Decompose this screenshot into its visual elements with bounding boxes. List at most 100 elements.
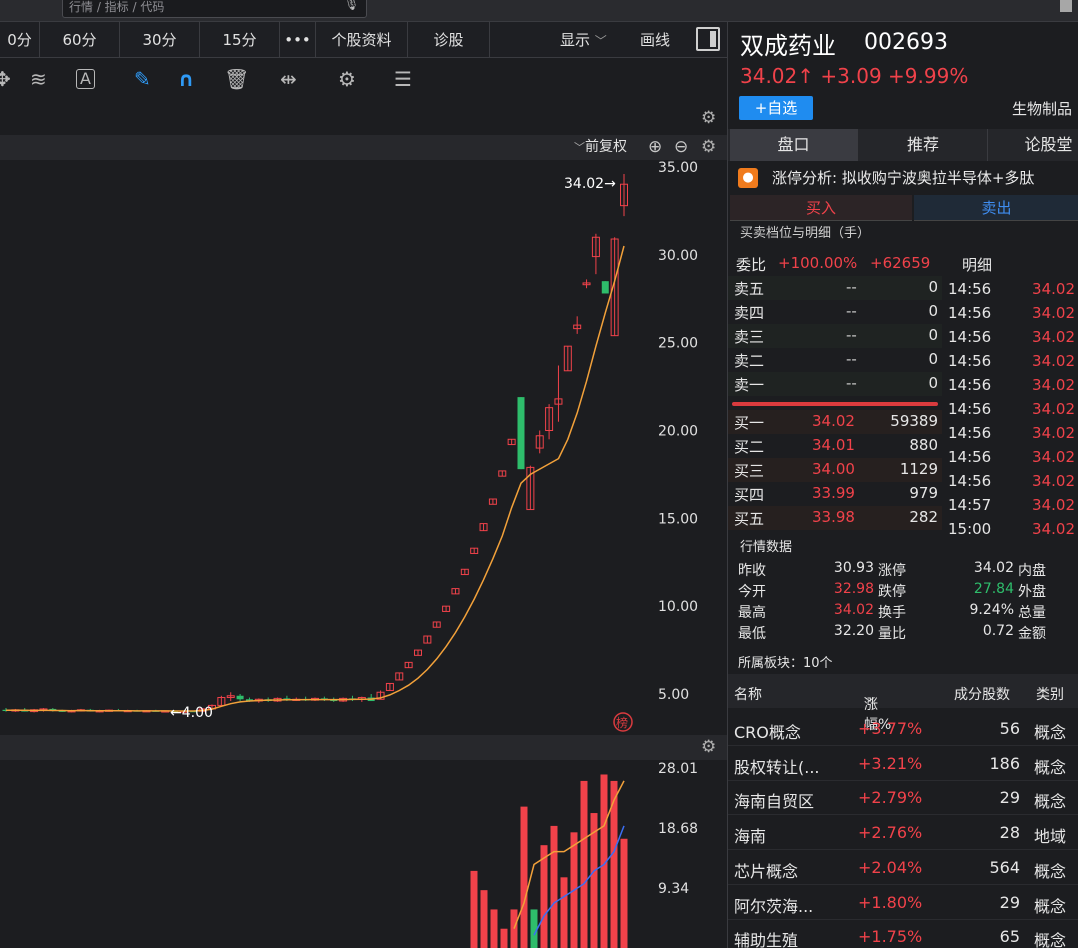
limit-up-analysis[interactable]: ● 涨停分析: 拟收购宁波奥拉半导体+多肽 bbox=[728, 163, 1078, 193]
sector-change: +1.80% bbox=[858, 892, 923, 912]
sector-type: 概念 bbox=[1034, 931, 1067, 948]
candle bbox=[226, 692, 235, 702]
fire-icon: ● bbox=[738, 168, 758, 188]
industry-tag[interactable]: 生物制品 bbox=[1012, 98, 1072, 119]
bid-price: 34.02 bbox=[812, 412, 855, 430]
window-control-icon[interactable] bbox=[1060, 0, 1072, 12]
tab-stock-diagnosis[interactable]: 诊股 bbox=[408, 22, 490, 58]
mic-icon[interactable]: 🎙 bbox=[344, 0, 359, 11]
volume-chart[interactable]: 28.01 18.68 9.34 bbox=[0, 760, 727, 948]
display-label: 显示 bbox=[560, 31, 591, 49]
ask-row[interactable]: 卖五 -- 0 bbox=[728, 276, 942, 300]
quote-value: 30.93 bbox=[833, 560, 874, 576]
zoom-in-icon[interactable]: ⊕ bbox=[648, 137, 662, 157]
pan-tool-icon[interactable]: ✥ bbox=[0, 68, 11, 90]
adjust-width-icon[interactable]: ⇹ bbox=[280, 68, 297, 90]
bid-row[interactable]: 买四 33.99 979 bbox=[728, 482, 942, 506]
bid-price: 34.00 bbox=[812, 460, 855, 478]
candle bbox=[404, 661, 413, 669]
sidebar-toggle-icon[interactable] bbox=[696, 27, 720, 51]
weibi-diff: +62659 bbox=[870, 254, 931, 272]
bid-row[interactable]: 买一 34.02 59389 bbox=[728, 410, 942, 434]
bid-level: 买四 bbox=[734, 486, 765, 504]
search-input[interactable]: 行情 / 指标 / 代码 bbox=[62, 0, 367, 18]
candle bbox=[442, 605, 451, 612]
sector-type: 概念 bbox=[1034, 896, 1067, 916]
buy-button[interactable]: 买入 bbox=[730, 195, 912, 221]
text-tool-icon[interactable]: A bbox=[76, 69, 95, 89]
pen-icon[interactable]: ✎ bbox=[134, 68, 151, 90]
tab-stock-profile[interactable]: 个股资料 bbox=[316, 22, 408, 58]
volume-bar bbox=[560, 877, 568, 948]
magnet-icon[interactable]: ∩ bbox=[178, 68, 194, 90]
more-periods-button[interactable]: ••• bbox=[280, 22, 316, 58]
candle bbox=[610, 237, 619, 337]
candle bbox=[367, 694, 375, 702]
add-watchlist-button[interactable]: +自选 bbox=[739, 96, 813, 120]
display-dropdown[interactable]: 显示 ﹀ bbox=[560, 22, 607, 58]
candle bbox=[395, 672, 404, 681]
tab-forum[interactable]: 论股堂 bbox=[989, 129, 1078, 161]
col-name[interactable]: 名称 bbox=[734, 684, 762, 704]
adjust-label: 前复权 bbox=[585, 139, 627, 155]
candlestick-chart[interactable]: 35.00 30.00 25.00 20.00 15.00 10.00 5.00 34.02→… bbox=[0, 160, 727, 735]
sector-type: 概念 bbox=[1034, 861, 1067, 881]
sector-name: 海南 bbox=[734, 827, 767, 847]
candle bbox=[591, 233, 600, 275]
sell-button[interactable]: 卖出 bbox=[914, 195, 1078, 221]
ask-row[interactable]: 卖三 -- 0 bbox=[728, 324, 942, 348]
tab-period-30min[interactable]: 30分 bbox=[120, 22, 200, 58]
quote-row: 今开 32.98 跌停 27.84 外盘 bbox=[728, 581, 1078, 602]
ask-row[interactable]: 卖四 -- 0 bbox=[728, 300, 942, 324]
settings-icon[interactable]: ⚙ bbox=[338, 68, 356, 90]
ask-row[interactable]: 卖二 -- 0 bbox=[728, 348, 942, 372]
sector-row[interactable]: CRO概念 +3.77% 56 概念 bbox=[728, 712, 1078, 746]
adjust-dropdown[interactable]: ﹀前复权 bbox=[574, 135, 627, 160]
gear-icon[interactable]: ⚙ bbox=[701, 737, 716, 757]
bid-level: 买三 bbox=[734, 462, 765, 480]
sector-row[interactable]: 阿尔茨海... +1.80% 29 概念 bbox=[728, 886, 1078, 920]
bid-volume: 1129 bbox=[899, 460, 938, 478]
tab-period-15min[interactable]: 15分 bbox=[200, 22, 280, 58]
sector-row[interactable]: 芯片概念 +2.04% 564 概念 bbox=[728, 851, 1078, 885]
trade-detail-row: 14:56 34.02 bbox=[946, 446, 1078, 470]
detail-label: 明细 bbox=[962, 256, 993, 274]
trade-price: 34.02 bbox=[1032, 520, 1075, 538]
volume-bar bbox=[530, 909, 538, 948]
draw-button[interactable]: 画线 bbox=[640, 22, 670, 58]
col-type[interactable]: 类别 bbox=[1036, 684, 1064, 704]
sector-row[interactable]: 辅助生殖 +1.75% 65 概念 bbox=[728, 920, 1078, 948]
bid-price: 33.98 bbox=[812, 508, 855, 526]
layers-icon[interactable]: ☰ bbox=[394, 68, 412, 90]
bid-row[interactable]: 买三 34.00 1129 bbox=[728, 458, 942, 482]
sector-row[interactable]: 股权转让(... +3.21% 186 概念 bbox=[728, 747, 1078, 781]
y-tick-label: 5.00 bbox=[658, 687, 689, 703]
sector-row[interactable]: 海南自贸区 +2.79% 29 概念 bbox=[728, 781, 1078, 816]
sector-type: 地域 bbox=[1034, 827, 1067, 847]
trade-time: 14:56 bbox=[948, 304, 992, 322]
trash-icon[interactable]: 🗑 bbox=[224, 68, 249, 90]
tab-period-minutes[interactable]: 0分 bbox=[0, 22, 40, 58]
col-count[interactable]: 成分股数 bbox=[954, 684, 1010, 704]
sector-type: 概念 bbox=[1034, 757, 1067, 777]
ask-level: 卖一 bbox=[734, 376, 765, 394]
candle bbox=[320, 696, 328, 702]
trade-price: 34.02 bbox=[1032, 448, 1075, 466]
bid-row[interactable]: 买二 34.01 880 bbox=[728, 434, 942, 458]
ask-row[interactable]: 卖一 -- 0 bbox=[728, 372, 942, 396]
tab-recommend[interactable]: 推荐 bbox=[859, 129, 988, 161]
gear-icon[interactable]: ⚙ bbox=[701, 137, 716, 157]
y-tick-label: 35.00 bbox=[658, 160, 698, 176]
tab-period-60min[interactable]: 60分 bbox=[40, 22, 120, 58]
zoom-out-icon[interactable]: ⊖ bbox=[674, 137, 688, 157]
sector-name: 辅助生殖 bbox=[734, 931, 799, 948]
quote-value: 34.02 bbox=[973, 560, 1014, 576]
sector-row[interactable]: 海南 +2.76% 28 地域 bbox=[728, 816, 1078, 851]
stock-code: 002693 bbox=[864, 30, 948, 55]
bid-row[interactable]: 买五 33.98 282 bbox=[728, 506, 942, 530]
tab-orderbook[interactable]: 盘口 bbox=[730, 129, 858, 161]
sector-name: CRO概念 bbox=[734, 723, 801, 742]
candle bbox=[432, 621, 441, 628]
fibonacci-tool-icon[interactable]: ≋ bbox=[30, 68, 47, 90]
gear-icon[interactable]: ⚙ bbox=[701, 108, 716, 128]
